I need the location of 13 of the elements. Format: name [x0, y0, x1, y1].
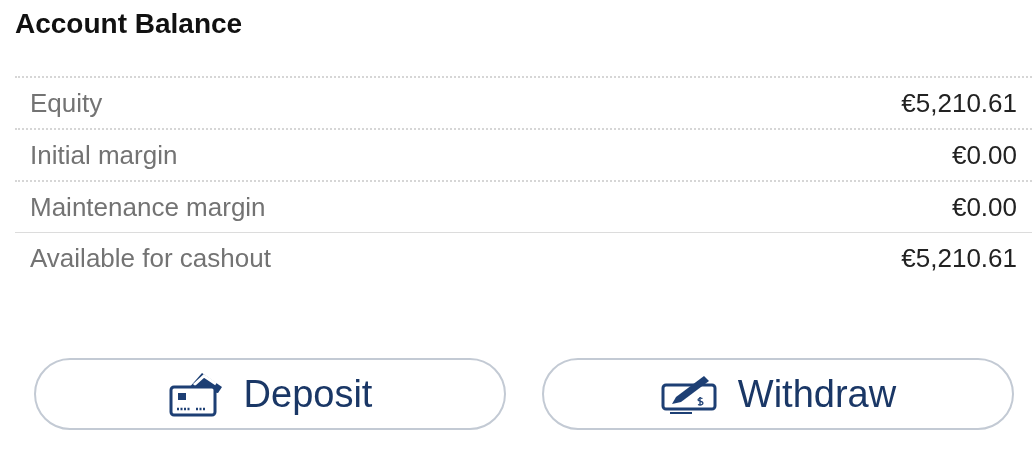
row-value: €5,210.61: [901, 87, 1017, 119]
row-label: Available for cashout: [30, 243, 271, 274]
withdraw-button[interactable]: Withdraw: [542, 358, 1014, 430]
row-label: Initial margin: [30, 139, 178, 171]
row-value: €0.00: [951, 191, 1017, 223]
row-label: Equity: [30, 87, 103, 119]
pen-and-check-icon: [659, 373, 718, 415]
row-value: €0.00: [951, 139, 1017, 171]
section-title: Account Balance: [15, 7, 244, 41]
row-label: Maintenance margin: [30, 191, 266, 223]
deposit-button[interactable]: Deposit: [34, 358, 506, 430]
row-value: €5,210.61: [901, 243, 1017, 274]
credit-card-icon: [167, 371, 224, 417]
